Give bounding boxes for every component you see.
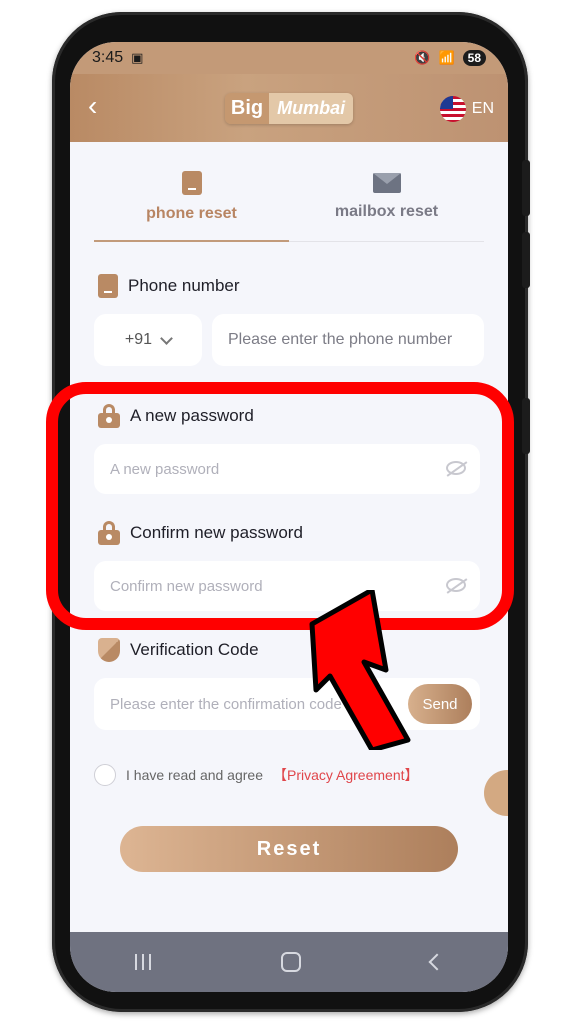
language-label: EN: [471, 100, 494, 117]
screenshot-icon: ▣: [131, 50, 144, 65]
arrow-annotation: [309, 590, 411, 750]
system-nav-bar: [70, 932, 508, 992]
back-nav-icon[interactable]: [428, 953, 446, 971]
mail-icon: [372, 172, 401, 193]
mute-icon: 🔇: [414, 50, 431, 65]
status-bar: 3:45 ▣ 🔇 📶 58: [70, 42, 508, 74]
phone-number-input[interactable]: Please enter the phone number: [212, 314, 484, 366]
phone-label-text: Phone number: [128, 276, 240, 295]
phone-side-button: [522, 232, 530, 288]
reset-tabs: phone reset mailbox reset: [94, 152, 484, 242]
agreement-row: I have read and agree 【Privacy Agreement…: [94, 764, 419, 786]
phone-placeholder: Please enter the phone number: [228, 331, 453, 348]
chevron-left-icon: ‹: [88, 90, 98, 121]
shield-icon: [98, 638, 120, 662]
tab-phone-reset[interactable]: phone reset: [94, 152, 289, 242]
language-selector[interactable]: EN: [439, 96, 494, 122]
back-button[interactable]: ‹: [88, 92, 97, 120]
wifi-icon: 📶: [438, 50, 455, 65]
agree-checkbox[interactable]: [94, 764, 116, 786]
app-logo: Big Mumbai: [224, 92, 354, 124]
privacy-agreement-link[interactable]: 【Privacy Agreement】: [273, 765, 419, 785]
phone-side-button: [522, 398, 530, 454]
phone-side-button: [522, 160, 530, 216]
chevron-down-icon: [160, 331, 173, 345]
floating-support-button[interactable]: [484, 770, 508, 816]
recent-apps-icon[interactable]: [135, 954, 151, 970]
battery-indicator: 58: [462, 50, 486, 66]
tab-mailbox-reset[interactable]: mailbox reset: [289, 152, 484, 241]
app-header: ‹ Big Mumbai EN: [70, 74, 508, 142]
verification-code-label: Verification Code: [98, 638, 259, 662]
status-time: 3:45: [92, 49, 124, 66]
agreement-text: I have read and agree: [126, 767, 263, 783]
tab-label: phone reset: [146, 204, 237, 222]
phone-icon: [181, 170, 202, 195]
tab-label: mailbox reset: [334, 202, 439, 220]
home-icon[interactable]: [281, 952, 301, 972]
country-code-value: +91: [124, 331, 153, 348]
logo-text-rest: Mumbai: [269, 92, 354, 124]
logo-text-big: Big: [224, 92, 270, 124]
us-flag-icon: [439, 96, 466, 122]
reset-button[interactable]: Reset: [120, 826, 458, 872]
verification-label-text: Verification Code: [130, 640, 259, 659]
phone-icon: [98, 274, 118, 298]
country-code-select[interactable]: +91: [94, 314, 202, 366]
phone-number-label: Phone number: [98, 274, 240, 298]
